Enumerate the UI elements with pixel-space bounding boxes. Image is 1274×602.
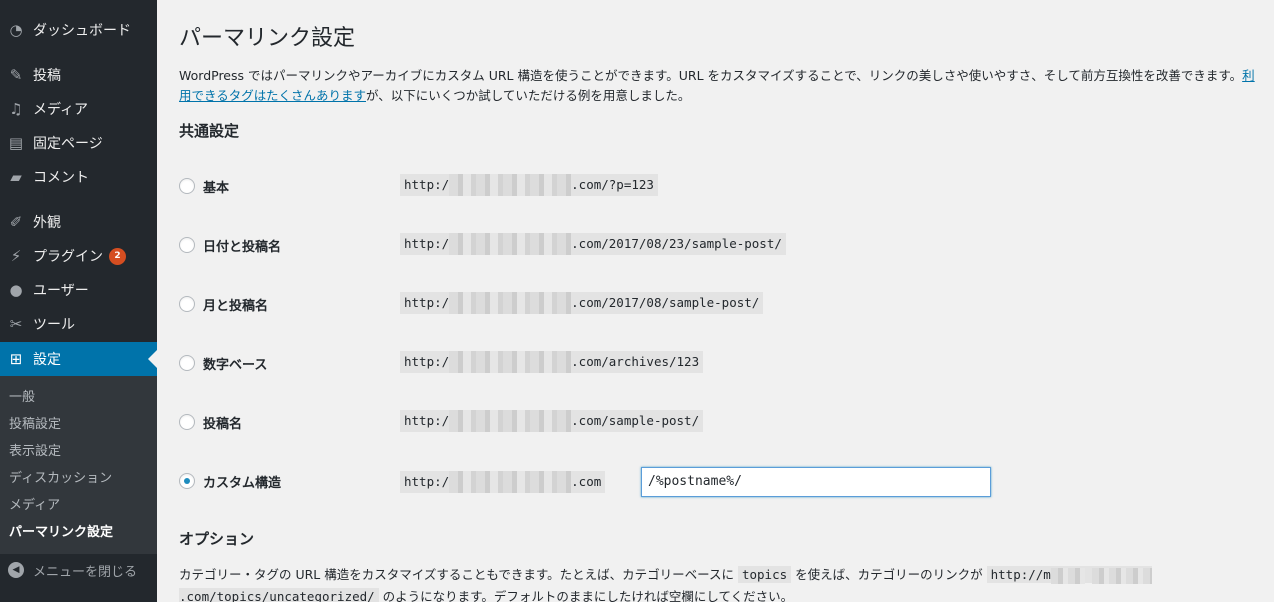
page-title: パーマリンク設定 [179, 26, 356, 51]
settings-submenu: 一般 投稿設定 表示設定 ディスカッション メディア パーマリンク設定 [0, 376, 157, 554]
permalink-option-day-name: 日付と投稿名 http:/.com/2017/08/23/sample-post… [179, 231, 1259, 259]
option-label[interactable]: 数字ベース [203, 354, 267, 373]
menu-item-pages[interactable]: ▤ 固定ページ [0, 126, 157, 160]
example-url-base: http:/.com [400, 471, 606, 493]
permalink-option-plain: 基本 http:/.com/?p=123 [179, 172, 1259, 200]
submenu-item-permalinks[interactable]: パーマリンク設定 [9, 521, 113, 540]
menu-item-dashboard[interactable]: ◔ ダッシュボード [0, 13, 157, 47]
radio-post-name[interactable] [179, 414, 195, 430]
options-description: カテゴリー・タグの URL 構造をカスタマイズすることもできます。たとえば、カテ… [179, 564, 1259, 602]
permalink-option-numeric: 数字ベース http:/.com/archives/123 [179, 349, 1259, 377]
menu-item-label: 投稿 [33, 68, 61, 84]
collapse-arrow-icon: ◀ [8, 562, 24, 578]
update-count-badge: 2 [109, 247, 126, 265]
menu-item-label: ツール [33, 317, 75, 333]
comment-icon: ▰ [10, 168, 22, 186]
radio-numeric[interactable] [179, 355, 195, 371]
menu-item-plugins[interactable]: ⚡ プラグイン 2 [0, 239, 157, 273]
example-url: http:/.com/?p=123 [400, 174, 658, 196]
plugin-icon: ⚡ [10, 247, 22, 265]
submenu-item-general[interactable]: 一般 [9, 386, 35, 405]
collapse-menu-label: メニューを閉じる [33, 564, 138, 580]
permalink-option-month-name: 月と投稿名 http:/.com/2017/08/sample-post/ [179, 290, 1259, 318]
main-content: パーマリンク設定 WordPress ではパーマリンクやアーカイブにカスタム U… [157, 0, 1274, 602]
menu-item-posts[interactable]: ✎ 投稿 [0, 58, 157, 92]
category-base-example: topics [737, 566, 792, 583]
brush-icon: ✐ [9, 213, 23, 231]
page-icon: ▤ [8, 134, 24, 152]
option-label[interactable]: 投稿名 [203, 413, 242, 432]
example-url: http:/.com/2017/08/sample-post/ [400, 292, 764, 314]
intro-text-after: が、以下にいくつか試していただける例を用意しました。 [366, 88, 691, 103]
media-icon: ♫ [9, 100, 23, 118]
menu-item-users[interactable]: ● ユーザー [0, 273, 157, 307]
permalink-option-post-name: 投稿名 http:/.com/sample-post/ [179, 408, 1259, 436]
option-label[interactable]: 日付と投稿名 [203, 236, 281, 255]
menu-item-appearance[interactable]: ✐ 外観 [0, 205, 157, 239]
submenu-item-reading[interactable]: 表示設定 [9, 440, 61, 459]
menu-item-media[interactable]: ♫ メディア [0, 92, 157, 126]
pin-icon: ✎ [9, 66, 23, 84]
menu-item-tools[interactable]: ✂ ツール [0, 307, 157, 341]
menu-item-label: ユーザー [33, 283, 89, 299]
menu-item-label: 固定ページ [33, 136, 103, 152]
radio-day-name[interactable] [179, 237, 195, 253]
menu-item-label: ダッシュボード [33, 23, 131, 39]
custom-structure-input[interactable]: /%postname%/ [641, 467, 991, 497]
intro-text: WordPress ではパーマリンクやアーカイブにカスタム URL 構造を使うこ… [179, 66, 1259, 106]
example-url: http:/.com/archives/123 [400, 351, 704, 373]
dashboard-icon: ◔ [9, 21, 23, 39]
option-label[interactable]: 月と投稿名 [203, 295, 268, 314]
menu-item-label: メディア [33, 102, 89, 118]
example-url: http:/.com/sample-post/ [400, 410, 704, 432]
menu-item-label: コメント [33, 170, 89, 186]
common-settings-heading: 共通設定 [179, 122, 240, 140]
submenu-item-media[interactable]: メディア [9, 494, 60, 513]
admin-sidebar: ◔ ダッシュボード ✎ 投稿 ♫ メディア ▤ 固定ページ ▰ コメント ✐ 外… [0, 0, 157, 602]
wrench-icon: ✂ [9, 315, 23, 333]
menu-item-settings[interactable]: ⊞ 設定 [0, 342, 157, 376]
menu-item-comments[interactable]: ▰ コメント [0, 160, 157, 194]
submenu-item-writing[interactable]: 投稿設定 [9, 413, 61, 432]
menu-item-label: 外観 [33, 215, 61, 231]
permalink-option-custom: カスタム構造 http:/.com /%postname%/ [179, 467, 1259, 497]
collapse-menu-button[interactable]: ◀ メニューを閉じる [0, 555, 157, 585]
menu-item-label: プラグイン [33, 249, 103, 265]
intro-text-before: WordPress ではパーマリンクやアーカイブにカスタム URL 構造を使うこ… [179, 68, 1243, 83]
example-url: http:/.com/2017/08/23/sample-post/ [400, 233, 786, 255]
settings-icon: ⊞ [9, 350, 23, 368]
radio-custom[interactable] [179, 473, 195, 489]
radio-month-name[interactable] [179, 296, 195, 312]
options-heading: オプション [179, 530, 255, 548]
submenu-item-discussion[interactable]: ディスカッション [9, 467, 112, 486]
option-label[interactable]: カスタム構造 [203, 472, 281, 491]
radio-plain[interactable] [179, 178, 195, 194]
option-label[interactable]: 基本 [203, 177, 229, 196]
user-icon: ● [9, 281, 23, 299]
menu-item-label: 設定 [33, 352, 61, 368]
